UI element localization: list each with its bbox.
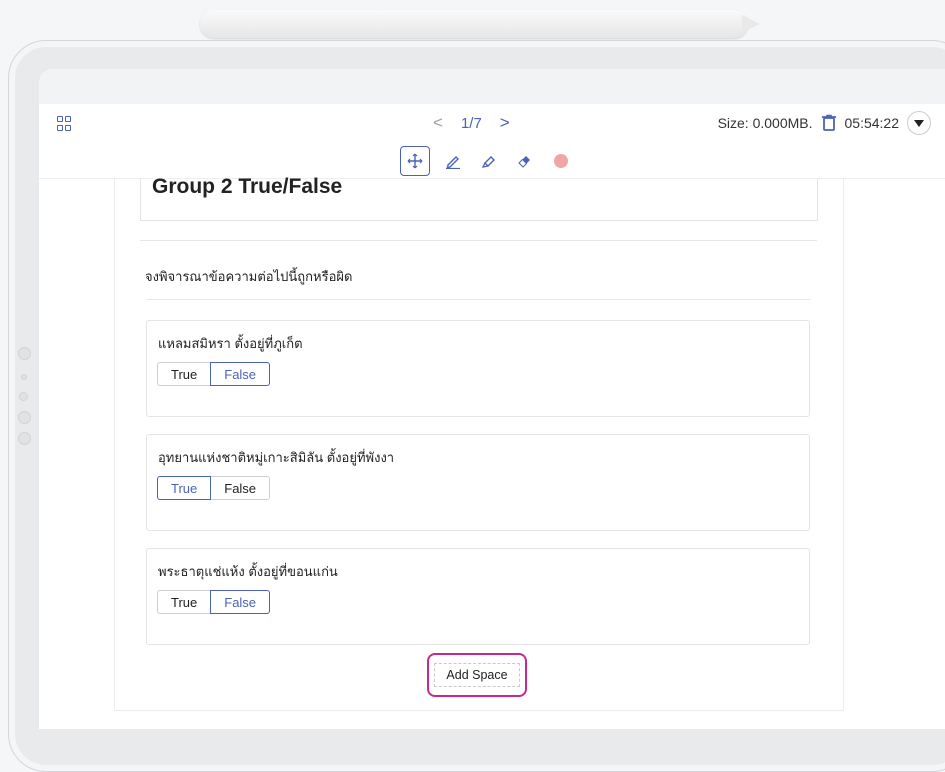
question-text: พระธาตุแช่แห้ง ตั้งอยู่ที่ขอนแก่น (158, 564, 338, 579)
page-indicator: 1/7 (460, 114, 482, 132)
true-button[interactable]: True (157, 362, 212, 386)
next-page-button[interactable]: > (500, 113, 510, 133)
trash-icon[interactable] (821, 114, 837, 132)
worksheet-page: Group 2 True/False จงพิจารณาข้อความต่อไป… (114, 175, 844, 711)
apple-pencil (200, 10, 748, 38)
top-toolbar: < 1/7 > Size: 0.000MB. 05:54:22 (39, 104, 945, 179)
side-button (18, 432, 31, 445)
true-false-toggle: True False (157, 362, 271, 386)
title-card: Group 2 True/False (140, 175, 818, 221)
side-sensor (21, 374, 27, 380)
side-sensor (19, 392, 28, 401)
drawing-tools (400, 146, 574, 176)
true-button[interactable]: True (157, 590, 212, 614)
side-button (18, 347, 31, 360)
false-button[interactable]: False (210, 362, 271, 386)
eraser-icon[interactable] (512, 148, 538, 174)
divider (140, 240, 817, 241)
true-false-toggle: True False (157, 590, 271, 614)
true-false-toggle: True False (157, 476, 271, 500)
side-button (18, 411, 31, 424)
question-text: อุทยานแห่งชาติหมู่เกาะสิมิลัน ตั้งอยู่ที… (158, 450, 395, 465)
false-button[interactable]: False (210, 476, 271, 500)
page-title: Group 2 True/False (152, 175, 343, 198)
question-card: อุทยานแห่งชาติหมู่เกาะสิมิลัน ตั้งอยู่ที… (146, 434, 810, 531)
record-dot-icon (554, 154, 568, 168)
instruction-text: จงพิจารณาข้อความต่อไปนี้ถูกหรือผิด (145, 269, 353, 284)
highlighter-icon[interactable] (476, 148, 502, 174)
pen-icon[interactable] (440, 148, 466, 174)
apple-pencil-tip (742, 15, 760, 33)
false-button[interactable]: False (210, 590, 271, 614)
app-screen: < 1/7 > Size: 0.000MB. 05:54:22 Group 2 … (39, 69, 945, 729)
timer-label: 05:54:22 (844, 115, 900, 131)
page-navigator: < 1/7 > (433, 111, 510, 135)
file-size-label: Size: 0.000MB. (717, 115, 813, 131)
status-bar (39, 69, 945, 104)
question-card: แหลมสมิหรา ตั้งอยู่ที่ภูเก็ต True False (146, 320, 810, 417)
question-text: แหลมสมิหรา ตั้งอยู่ที่ภูเก็ต (158, 336, 303, 351)
grid-view-icon[interactable] (57, 116, 71, 131)
document-info: Size: 0.000MB. 05:54:22 (718, 110, 931, 136)
divider (146, 299, 810, 300)
true-button[interactable]: True (157, 476, 212, 500)
move-icon[interactable] (400, 146, 430, 176)
add-space-button[interactable]: Add Space (434, 663, 520, 687)
prev-page-button[interactable]: < (433, 113, 443, 133)
chevron-down-icon[interactable] (907, 111, 931, 135)
question-card: พระธาตุแช่แห้ง ตั้งอยู่ที่ขอนแก่น True F… (146, 548, 810, 645)
record-button[interactable] (548, 148, 574, 174)
add-space-highlight: Add Space (427, 653, 527, 697)
